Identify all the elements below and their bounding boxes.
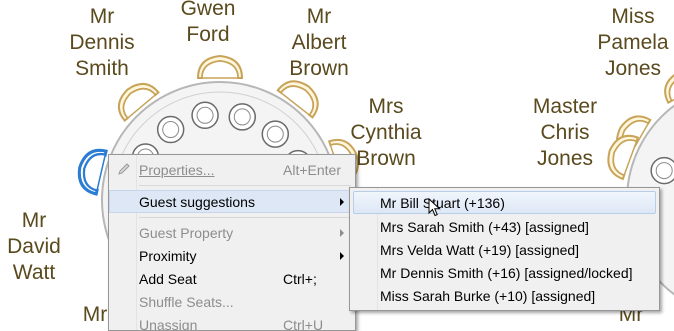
suggestion-label: Mr Bill Stuart (+136) <box>380 195 505 211</box>
suggestion-label: Mrs Sarah Smith (+43) [assigned] <box>380 219 589 235</box>
menu-separator <box>139 217 351 218</box>
mouse-cursor-icon <box>428 198 441 217</box>
menu-item-label: Guest suggestions <box>139 194 255 210</box>
suggestion-item[interactable]: Mrs Velda Watt (+19) [assigned] <box>353 238 656 261</box>
menu-item-shortcut: Alt+Enter <box>283 162 341 178</box>
suggestion-item[interactable]: Miss Sarah Burke (+10) [assigned] <box>353 284 656 307</box>
submenu-arrow-icon <box>340 252 344 260</box>
plate-icon <box>191 101 219 130</box>
submenu-arrow-icon <box>340 229 344 237</box>
menu-item-label: Unassign <box>139 317 198 331</box>
guest-label: Gwen Ford <box>180 0 236 46</box>
pencil-icon <box>118 163 130 175</box>
plate-icon <box>156 115 185 144</box>
suggestion-item[interactable]: Mr Dennis Smith (+16) [assigned/locked] <box>353 261 656 284</box>
seat-chair-selected[interactable] <box>75 146 108 196</box>
suggestion-label: Mrs Velda Watt (+19) [assigned] <box>380 242 580 258</box>
menu-item-label: Add Seat <box>139 271 197 287</box>
menu-item-guest-property[interactable]: Guest Property <box>109 221 355 244</box>
menu-separator <box>139 185 351 186</box>
menu-item-properties[interactable]: Properties... Alt+Enter <box>109 158 355 181</box>
guest-label: Mr Dennis Smith <box>69 5 135 80</box>
menu-item-shortcut: Ctrl+; <box>283 271 317 287</box>
seat-chair[interactable] <box>196 54 244 79</box>
plate-icon <box>261 120 290 148</box>
plate-icon <box>228 103 257 131</box>
suggestion-label: Mr Dennis Smith (+16) [assigned/locked] <box>380 265 633 281</box>
guest-label: Mr Albert Brown <box>289 5 349 80</box>
menu-item-proximity[interactable]: Proximity <box>109 244 355 267</box>
guest-label: Mr <box>82 303 108 326</box>
menu-item-label: Guest Property <box>139 225 234 241</box>
menu-item-add-seat[interactable]: Add Seat Ctrl+; <box>109 267 355 290</box>
suggestion-item[interactable]: Mrs Sarah Smith (+43) [assigned] <box>353 215 656 238</box>
plate-icon <box>650 156 674 185</box>
guest-label: Mr David Watt <box>7 209 61 284</box>
menu-item-label: Shuffle Seats... <box>139 294 234 310</box>
suggestion-item[interactable]: Mr Bill Stuart (+136) <box>353 191 656 214</box>
menu-item-label: Properties... <box>139 162 215 178</box>
guest-suggestions-submenu: Mr Bill Stuart (+136) Mrs Sarah Smith (+… <box>349 187 660 311</box>
menu-item-shuffle-seats[interactable]: Shuffle Seats... <box>109 290 355 313</box>
menu-item-label: Proximity <box>139 248 197 264</box>
suggestion-label: Miss Sarah Burke (+10) [assigned] <box>380 288 596 304</box>
menu-item-guest-suggestions[interactable]: Guest suggestions <box>109 190 355 213</box>
submenu-arrow-icon <box>340 198 344 206</box>
menu-item-shortcut: Ctrl+U <box>283 317 324 331</box>
guest-label: Miss Pamela Jones <box>597 5 669 80</box>
context-menu: Properties... Alt+Enter Guest suggestion… <box>108 154 356 331</box>
menu-item-unassign[interactable]: Unassign Ctrl+U <box>109 313 355 331</box>
guest-label: Master Chris Jones <box>532 95 598 170</box>
